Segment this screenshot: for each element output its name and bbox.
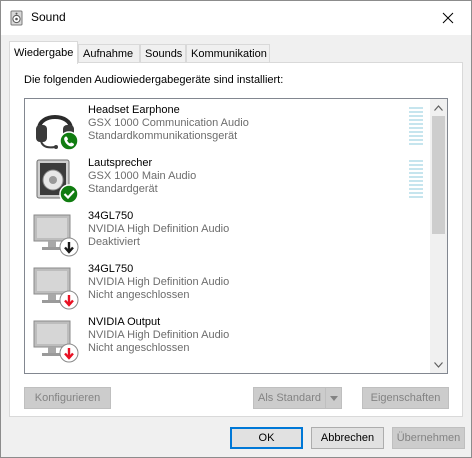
device-name: Lautsprecher	[88, 157, 153, 169]
device-description: GSX 1000 Main Audio	[88, 170, 197, 182]
scroll-up-button[interactable]	[430, 99, 447, 116]
device-item-34gl750-disabled[interactable]: 34GL750 NVIDIA High Definition Audio Dea…	[25, 207, 431, 260]
tab-kommunikation[interactable]: Kommunikation	[186, 44, 270, 63]
disabled-badge-icon	[59, 237, 79, 257]
device-name: NVIDIA Output	[88, 316, 161, 328]
monitor-icon	[31, 315, 79, 363]
properties-button[interactable]: Eigenschaften	[362, 387, 449, 409]
device-list[interactable]: Headset Earphone GSX 1000 Communication …	[24, 98, 448, 374]
vertical-scrollbar[interactable]	[430, 99, 447, 373]
close-icon	[442, 12, 454, 24]
playback-panel: Die folgenden Audiowiedergabegeräte sind…	[9, 62, 463, 417]
set-default-button[interactable]: Als Standard	[253, 387, 342, 409]
phone-badge-icon	[59, 131, 79, 151]
device-description: NVIDIA High Definition Audio	[88, 329, 230, 341]
device-item-lautsprecher[interactable]: Lautsprecher GSX 1000 Main Audio Standar…	[25, 154, 431, 207]
checkmark-badge-icon	[59, 184, 79, 204]
speaker-title-icon	[9, 10, 25, 26]
scroll-down-button[interactable]	[430, 356, 447, 373]
sound-dialog: Sound Wiedergabe Aufnahme Sounds Kommuni…	[0, 0, 472, 458]
device-description: GSX 1000 Communication Audio	[88, 117, 249, 129]
tab-aufnahme[interactable]: Aufnahme	[78, 44, 140, 63]
close-button[interactable]	[425, 1, 471, 35]
headset-icon	[31, 103, 79, 151]
device-name: 34GL750	[88, 263, 134, 275]
device-status: Nicht angeschlossen	[88, 342, 190, 354]
device-status: Standardkommunikationsgerät	[88, 130, 238, 142]
cancel-button[interactable]: Abbrechen	[311, 427, 384, 449]
device-item-nvidia-output[interactable]: NVIDIA Output NVIDIA High Definition Aud…	[25, 313, 431, 366]
level-meter	[409, 160, 423, 200]
device-item-headset[interactable]: Headset Earphone GSX 1000 Communication …	[25, 101, 431, 154]
device-status: Nicht angeschlossen	[88, 289, 190, 301]
device-description: NVIDIA High Definition Audio	[88, 223, 230, 235]
device-status: Deaktiviert	[88, 236, 140, 248]
tab-wiedergabe[interactable]: Wiedergabe	[9, 41, 78, 64]
unplugged-badge-icon	[59, 343, 79, 363]
apply-button[interactable]: Übernehmen	[392, 427, 465, 449]
device-description: NVIDIA High Definition Audio	[88, 276, 230, 288]
intro-text: Die folgenden Audiowiedergabegeräte sind…	[24, 74, 284, 86]
chevron-down-icon	[329, 395, 338, 401]
chevron-up-icon	[434, 104, 443, 111]
set-default-label: Als Standard	[258, 392, 321, 404]
monitor-icon	[31, 262, 79, 310]
title-bar[interactable]: Sound	[1, 1, 471, 35]
ok-button[interactable]: OK	[230, 427, 303, 449]
scroll-thumb[interactable]	[432, 116, 445, 234]
device-status: Standardgerät	[88, 183, 158, 195]
device-item-34gl750-unplugged[interactable]: 34GL750 NVIDIA High Definition Audio Nic…	[25, 260, 431, 313]
configure-button[interactable]: Konfigurieren	[24, 387, 111, 409]
window-title: Sound	[31, 10, 66, 24]
monitor-icon	[31, 209, 79, 257]
speaker-icon	[31, 156, 79, 204]
unplugged-badge-icon	[59, 290, 79, 310]
chevron-down-icon	[434, 361, 443, 368]
device-name: 34GL750	[88, 210, 134, 222]
device-name: Headset Earphone	[88, 104, 180, 116]
tab-sounds[interactable]: Sounds	[140, 44, 186, 63]
set-default-dropdown[interactable]	[325, 388, 341, 408]
level-meter	[409, 107, 423, 147]
